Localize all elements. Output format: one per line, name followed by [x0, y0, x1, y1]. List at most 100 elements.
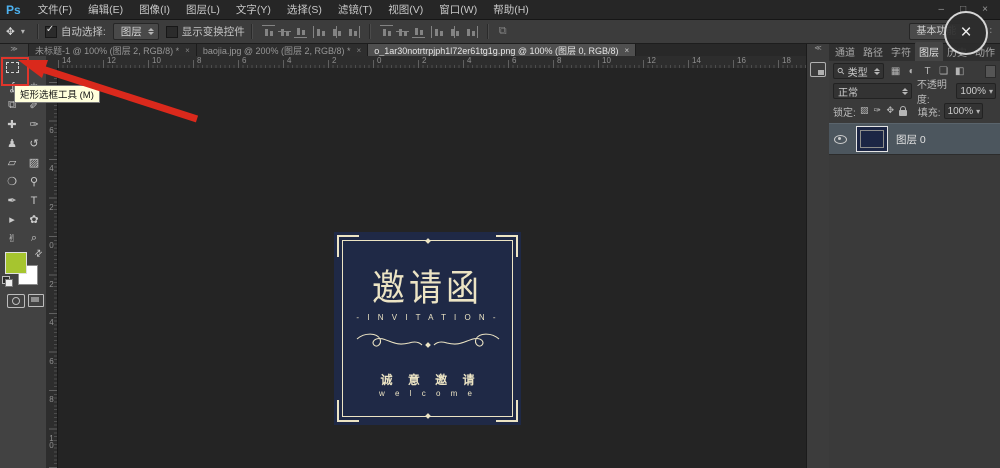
- lock-position-icon[interactable]: ✥: [884, 105, 897, 117]
- menu-item[interactable]: 编辑(E): [80, 2, 131, 17]
- fill-value-box[interactable]: 100% ▾: [944, 103, 984, 119]
- path-selection-tool[interactable]: ▸: [1, 210, 23, 229]
- menu-list: 文件(F)编辑(E)图像(I)图层(L)文字(Y)选择(S)滤镜(T)视图(V)…: [30, 2, 537, 17]
- show-transform-checkbox[interactable]: [166, 26, 178, 38]
- color-swatches: ⇄: [3, 252, 43, 296]
- ruler-label: 2: [48, 281, 55, 288]
- filter-shape-layers-icon[interactable]: ❏: [936, 66, 952, 77]
- ruler-label: 10: [48, 435, 55, 449]
- document-tabs: 未标题-1 @ 100% (图层 2, RGB/8) * × baojia.jp…: [29, 44, 636, 56]
- gradient-tool[interactable]: ▨: [23, 153, 45, 172]
- document-tab[interactable]: 未标题-1 @ 100% (图层 2, RGB/8) * ×: [29, 44, 197, 56]
- separator: [251, 24, 253, 39]
- tab-close-icon[interactable]: ×: [185, 46, 190, 55]
- pen-tool[interactable]: ✒: [1, 191, 23, 210]
- tab-close-icon[interactable]: ×: [625, 46, 630, 55]
- menu-bar: Ps 文件(F)编辑(E)图像(I)图层(L)文字(Y)选择(S)滤镜(T)视图…: [0, 0, 1000, 20]
- eraser-tool[interactable]: ▱: [1, 153, 23, 172]
- menu-item[interactable]: 窗口(W): [431, 2, 485, 17]
- distribute-right-edges-icon[interactable]: [464, 26, 478, 38]
- default-colors-icon[interactable]: [2, 276, 12, 286]
- close-icon[interactable]: ×: [982, 4, 988, 15]
- canvas-area[interactable]: 邀请函 - I N V I T A T I O N - 诚 意 邀 请 w e …: [58, 68, 806, 468]
- ruler-label: 12: [105, 56, 116, 65]
- blur-tool[interactable]: ❍: [1, 172, 23, 191]
- filter-type-layers-icon[interactable]: T: [920, 66, 936, 77]
- screen-mode-icon[interactable]: [28, 294, 44, 307]
- dock-collapse-icon[interactable]: ≪: [807, 44, 829, 54]
- collapsed-panel-icon[interactable]: [810, 62, 826, 77]
- brush-tool[interactable]: ✑: [23, 115, 45, 134]
- layer-thumbnail[interactable]: [856, 126, 888, 152]
- panel-tab-label: 路径: [863, 48, 883, 59]
- align-right-edges-icon[interactable]: [346, 26, 360, 38]
- lock-all-icon[interactable]: [897, 105, 910, 117]
- distribute-top-edges-icon[interactable]: [380, 25, 393, 38]
- align-top-edges-icon[interactable]: [262, 25, 275, 38]
- align-left-edges-icon[interactable]: [313, 26, 327, 38]
- ruler-label: 2: [48, 204, 55, 211]
- tab-close-icon[interactable]: ×: [357, 46, 362, 55]
- current-tool-preset[interactable]: ✥ ▾: [0, 26, 31, 38]
- document-tab[interactable]: baojia.jpg @ 200% (图层 2, RGB/8) * ×: [197, 44, 368, 56]
- menu-item[interactable]: 帮助(H): [485, 2, 537, 17]
- panel-tab[interactable]: 通道: [831, 42, 859, 61]
- custom-shape-tool[interactable]: ✿: [23, 210, 45, 229]
- search-icon: ⚲: [835, 65, 847, 77]
- panel-tab[interactable]: 字符: [887, 42, 915, 61]
- align-bottom-edges-icon[interactable]: [294, 25, 307, 38]
- swap-colors-icon[interactable]: ⇄: [33, 247, 46, 260]
- dodge-tool[interactable]: ⚲: [23, 172, 45, 191]
- distribute-left-edges-icon[interactable]: [431, 26, 445, 38]
- minimize-icon[interactable]: –: [939, 4, 945, 15]
- menu-item[interactable]: 文字(Y): [228, 2, 279, 17]
- align-group-vertical: [262, 25, 307, 38]
- auto-select-target-dropdown[interactable]: 图层: [113, 23, 159, 40]
- healing-brush-tool[interactable]: ✚: [1, 115, 23, 134]
- history-brush-tool[interactable]: ↺: [23, 134, 45, 153]
- distribute-vertical-centers-icon[interactable]: [396, 26, 409, 38]
- filter-adjustment-layers-icon[interactable]: ◐: [904, 66, 920, 77]
- filter-smart-objects-icon[interactable]: ◧: [952, 66, 968, 77]
- menu-item[interactable]: 滤镜(T): [330, 2, 380, 17]
- quick-mask-icon[interactable]: [7, 294, 25, 308]
- card-title: 邀请函: [334, 258, 521, 312]
- auto-align-layers-icon[interactable]: ⧉: [499, 25, 507, 38]
- layer-visibility-toggle[interactable]: [829, 135, 851, 144]
- panel-tab[interactable]: 图层: [915, 42, 943, 61]
- menu-item[interactable]: 视图(V): [380, 2, 431, 17]
- type-tool[interactable]: T: [23, 191, 45, 210]
- align-group-horizontal: [313, 26, 360, 38]
- lock-image-pixels-icon[interactable]: ✑: [871, 105, 884, 117]
- tool-glyph: ✚: [7, 118, 16, 131]
- layer-row[interactable]: 图层 0: [829, 123, 1000, 155]
- opacity-value-box[interactable]: 100% ▾: [956, 83, 996, 99]
- tool-glyph: ▱: [8, 156, 16, 169]
- filter-toggle-button[interactable]: [985, 65, 996, 78]
- distribute-bottom-edges-icon[interactable]: [412, 25, 425, 38]
- clone-stamp-tool[interactable]: ♟: [1, 134, 23, 153]
- menu-item[interactable]: 选择(S): [279, 2, 330, 17]
- zoom-tool[interactable]: ⌕: [23, 229, 45, 248]
- updown-arrows-icon: [874, 68, 880, 75]
- menu-item[interactable]: 图像(I): [131, 2, 178, 17]
- filter-pixel-layers-icon[interactable]: ▦: [888, 66, 904, 77]
- foreground-color-swatch[interactable]: [5, 252, 27, 274]
- panel-tab[interactable]: 路径: [859, 42, 887, 61]
- menu-item[interactable]: 文件(F): [30, 2, 80, 17]
- lock-transparent-pixels-icon[interactable]: ▨: [858, 105, 871, 117]
- lock-icons: ▨✑✥: [858, 105, 910, 117]
- circle-x-annotation: ×: [944, 11, 988, 55]
- align-horizontal-centers-icon[interactable]: [330, 26, 343, 38]
- blend-mode-dropdown[interactable]: 正常: [833, 83, 912, 99]
- toolbox-collapse-icon[interactable]: ≫: [0, 44, 29, 56]
- hand-tool[interactable]: ✌: [1, 229, 23, 248]
- auto-select-checkbox[interactable]: [45, 26, 57, 38]
- distribute-horizontal-centers-icon[interactable]: [448, 26, 461, 38]
- filter-type-dropdown[interactable]: ⚲ 类型: [833, 63, 884, 79]
- document-tab[interactable]: o_1ar30notrtrpjph1l72er61tg1g.png @ 100%…: [368, 44, 636, 56]
- ruler-label: 6: [48, 358, 55, 365]
- menu-item[interactable]: 图层(L): [178, 2, 228, 17]
- separator: [37, 24, 39, 39]
- align-vertical-centers-icon[interactable]: [278, 26, 291, 38]
